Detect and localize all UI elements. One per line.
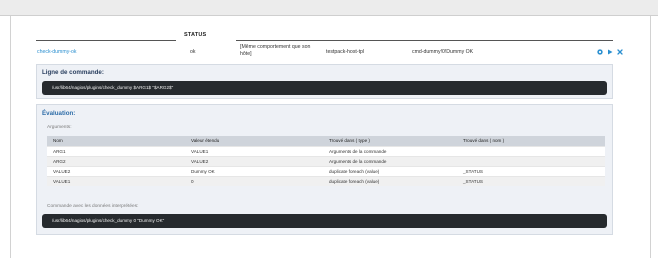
column-header-divider (236, 40, 613, 41)
service-row: check-dummy-ok ok [Même comportement que… (36, 43, 623, 61)
column-header: Nom (47, 136, 185, 146)
cell-type: Arguments de la commande (323, 155, 457, 166)
column-header: Valeur étendu (185, 136, 323, 146)
close-icon[interactable] (617, 49, 623, 55)
cell-type: Arguments de la commande (323, 145, 457, 156)
cell-source: _STATUS (457, 165, 605, 176)
service-status: ok (190, 49, 196, 55)
cell-type: duplicate foreach (value) (323, 175, 457, 186)
cell-name: VALUE2 (47, 165, 185, 176)
cell-value: VALUE2 (185, 155, 323, 166)
cell-value: VALUE1 (185, 145, 323, 156)
arguments-table: Nom Valeur étendu Trouvé dans ( type ) T… (47, 136, 605, 186)
cell-name: ARG1 (47, 145, 185, 156)
cell-name: ARG2 (47, 155, 185, 166)
column-header: Trouvé dans ( nom ) (457, 136, 605, 146)
cell-name: VALUE1 (47, 175, 185, 186)
service-comment: [Même comportement que son hôte] (240, 44, 311, 57)
evaluation-panel: Évaluation: Arguments: Nom Valeur étendu… (36, 104, 613, 235)
table-row: ARG2 VALUE2 Arguments de la commande (47, 155, 605, 166)
service-name-link[interactable]: check-dummy-ok (37, 43, 77, 61)
cell-type: duplicate foreach (value) (323, 165, 457, 176)
gear-icon[interactable] (597, 49, 603, 55)
service-template: testpack-host-tpl (326, 49, 365, 55)
table-header-row: Nom Valeur étendu Trouvé dans ( type ) T… (47, 136, 605, 146)
table-row: VALUE2 Dummy OK duplicate foreach (value… (47, 165, 605, 176)
table-row: VALUE1 0 duplicate foreach (value) _STAT… (47, 175, 605, 186)
cell-source (457, 155, 605, 166)
evaluation-title: Évaluation: (42, 110, 76, 117)
arguments-label: Arguments: (47, 125, 72, 130)
cell-value: Dummy OK (185, 165, 323, 176)
status-column-header: STATUS (184, 32, 207, 38)
interpreted-command-value: /usr/lib64/nagios/plugins/check_dummy 0 … (42, 214, 607, 228)
row-actions (597, 49, 623, 55)
top-bar (0, 0, 658, 16)
column-header: Trouvé dans ( type ) (323, 136, 457, 146)
command-line-value: /usr/lib64/nagios/plugins/check_dummy $A… (42, 81, 607, 95)
cell-source (457, 145, 605, 156)
table-row: ARG1 VALUE1 Arguments de la commande (47, 145, 605, 156)
left-border (10, 16, 11, 258)
column-header-divider (36, 40, 176, 41)
service-command: cmd-dummy!0!Dummy OK (412, 49, 474, 55)
command-line-panel: Ligne de commande: /usr/lib64/nagios/plu… (36, 64, 613, 99)
interpreted-command-label: Commande avec les données interprétées: (47, 204, 139, 209)
cell-value: 0 (185, 175, 323, 186)
command-line-title: Ligne de commande: (42, 69, 104, 76)
right-border (650, 16, 651, 258)
play-icon[interactable] (607, 49, 613, 55)
cell-source: _STATUS (457, 175, 605, 186)
